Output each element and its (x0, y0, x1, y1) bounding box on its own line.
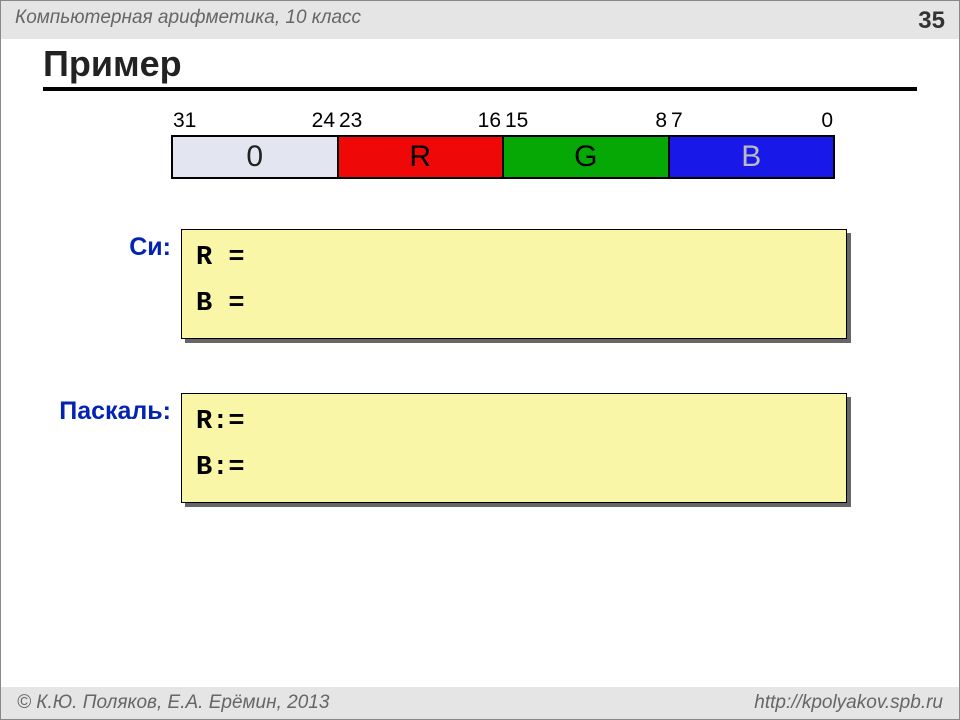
bit-index: 16 (478, 109, 501, 133)
bitfield-cell-g: G (502, 137, 668, 177)
slide: Компьютерная арифметика, 10 класс 35 При… (0, 0, 960, 720)
slide-title: Пример (43, 43, 959, 85)
bit-index: 23 (339, 109, 362, 133)
page-number: 35 (918, 7, 945, 35)
label-pascal: Паскаль: (41, 393, 181, 426)
bitfield-cell-r: R (337, 137, 503, 177)
example-c: Си: R = B = (41, 229, 959, 339)
bit-index: 7 (671, 109, 683, 133)
label-c: Си: (41, 229, 181, 262)
code-line: B:= (196, 446, 832, 492)
codebox-c: R = B = (181, 229, 847, 339)
slide-header: Компьютерная арифметика, 10 класс 35 (1, 1, 959, 39)
bit-index: 31 (173, 109, 196, 133)
footer-authors: © К.Ю. Поляков, Е.А. Ерёмин, 2013 (17, 692, 329, 714)
title-underline (43, 87, 917, 91)
footer-url: http://kpolyakov.spb.ru (754, 692, 943, 714)
bit-index: 0 (821, 109, 833, 133)
bitfield-cell-b: B (668, 137, 834, 177)
slide-footer: © К.Ю. Поляков, Е.А. Ерёмин, 2013 http:/… (1, 687, 959, 719)
bitfield-cell-zero: 0 (173, 137, 337, 177)
code-line: B = (196, 282, 832, 328)
code-line: R:= (196, 400, 832, 446)
codebox-pascal: R:= B:= (181, 393, 847, 503)
bit-index: 24 (312, 109, 335, 133)
bit-index: 8 (655, 109, 667, 133)
example-pascal: Паскаль: R:= B:= (41, 393, 959, 503)
bit-indices: 31 24 23 16 15 8 7 0 (171, 109, 835, 133)
bit-index: 15 (505, 109, 528, 133)
bitfield-diagram: 31 24 23 16 15 8 7 0 0 R G B (171, 109, 851, 179)
bitfield-cells: 0 R G B (171, 135, 835, 179)
course-title: Компьютерная арифметика, 10 класс (15, 7, 361, 29)
code-line: R = (196, 236, 832, 282)
